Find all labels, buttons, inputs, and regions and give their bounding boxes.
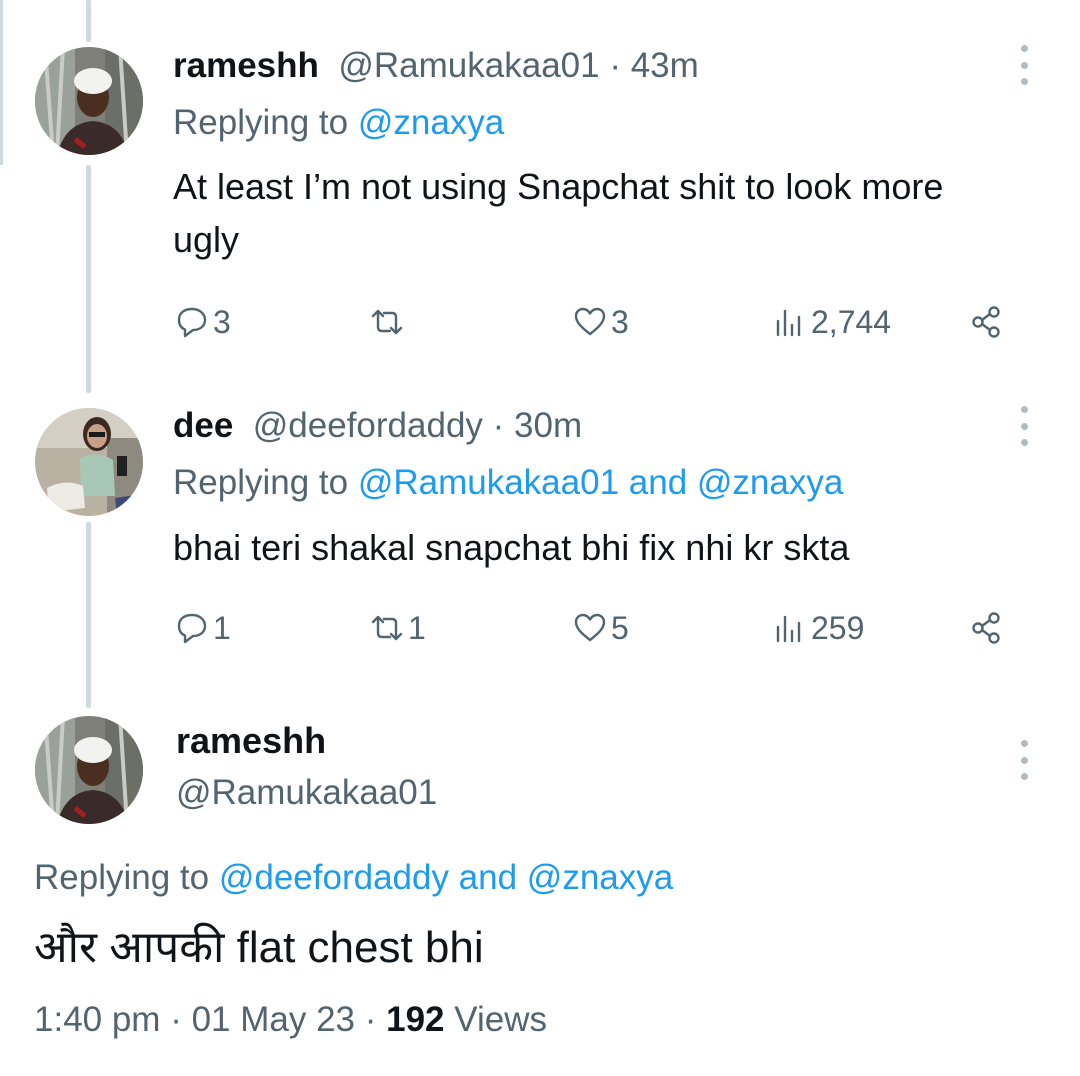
more-icon[interactable] xyxy=(1012,406,1036,446)
reply-button[interactable]: 3 xyxy=(175,300,231,344)
avatar-image xyxy=(35,716,143,824)
thread-connector-2 xyxy=(86,522,91,708)
avatar-rameshh[interactable] xyxy=(35,716,143,824)
reply-count: 1 xyxy=(213,609,231,646)
tweet-actions: 3 3 2,744 xyxy=(173,300,1013,344)
share-icon xyxy=(972,612,1000,644)
share-button[interactable] xyxy=(969,300,1003,344)
like-count: 3 xyxy=(611,303,629,340)
author-handle[interactable]: @Ramukakaa01 xyxy=(176,773,437,813)
tweet-time[interactable]: 30m xyxy=(514,406,582,445)
like-button[interactable]: 3 xyxy=(573,300,629,344)
tweet-time[interactable]: 43m xyxy=(631,46,699,85)
tweet-header: dee @deefordaddy · 30m xyxy=(173,406,583,445)
more-icon[interactable] xyxy=(1012,45,1036,85)
retweet-icon xyxy=(371,309,403,335)
like-icon xyxy=(574,613,606,642)
like-count: 5 xyxy=(611,609,629,646)
avatar-image xyxy=(35,408,143,516)
reply-count: 3 xyxy=(213,303,231,340)
retweet-button[interactable] xyxy=(370,300,408,344)
replying-to: Replying to @znaxya xyxy=(173,103,505,142)
left-thread-edge xyxy=(0,0,3,165)
reply-button[interactable]: 1 xyxy=(175,606,231,650)
tweet-text: और आपकी flat chest bhi xyxy=(34,923,484,972)
views-count: 2,744 xyxy=(811,303,892,340)
views-icon xyxy=(776,309,801,337)
tweet-actions: 1 1 5 259 xyxy=(173,606,1013,650)
like-icon xyxy=(574,307,606,336)
retweet-icon xyxy=(371,615,403,641)
thread-connector-top xyxy=(86,0,91,42)
views-count: 259 xyxy=(811,609,865,646)
avatar-dee[interactable] xyxy=(35,408,143,516)
replying-to: Replying to @deefordaddy and @znaxya xyxy=(34,858,674,897)
tweet-meta: 1:40 pm · 01 May 23 · 192 Views xyxy=(34,1000,547,1039)
share-button[interactable] xyxy=(969,606,1003,650)
tweet-time[interactable]: 1:40 pm xyxy=(34,1000,160,1039)
tweet-date[interactable]: 01 May 23 xyxy=(192,1000,355,1039)
tweet-text: bhai teri shakal snapchat bhi fix nhi kr… xyxy=(173,527,850,568)
reply-icon xyxy=(177,613,207,644)
replying-to-link[interactable]: @deefordaddy and @znaxya xyxy=(219,858,673,897)
author-handle[interactable]: @Ramukakaa01 xyxy=(329,46,599,85)
retweet-count: 1 xyxy=(408,609,426,646)
like-button[interactable]: 5 xyxy=(573,606,629,650)
replying-to-link[interactable]: @Ramukakaa01 and @znaxya xyxy=(358,463,844,502)
views-button[interactable]: 259 xyxy=(773,606,864,650)
author-name[interactable]: rameshh xyxy=(173,46,319,85)
views-label: Views xyxy=(444,1000,547,1039)
avatar-rameshh[interactable] xyxy=(35,47,143,155)
views-button[interactable]: 2,744 xyxy=(773,300,891,344)
more-icon[interactable] xyxy=(1012,740,1036,780)
author-handle[interactable]: @deefordaddy xyxy=(243,406,483,445)
author-name[interactable]: dee xyxy=(173,406,233,445)
replying-to-link[interactable]: @znaxya xyxy=(358,103,504,142)
tweet-text: At least I’m not using Snapchat shit to … xyxy=(173,166,944,260)
replying-to: Replying to @Ramukakaa01 and @znaxya xyxy=(173,463,844,502)
reply-icon xyxy=(177,307,207,338)
retweet-button[interactable]: 1 xyxy=(370,606,426,650)
tweet-header: rameshh @Ramukakaa01 · 43m xyxy=(173,46,699,85)
views-count: 192 xyxy=(386,1000,445,1039)
thread-connector-1 xyxy=(86,165,91,393)
share-icon xyxy=(972,306,1000,338)
avatar-image xyxy=(35,47,143,155)
author-name[interactable]: rameshh xyxy=(176,720,326,762)
views-icon xyxy=(776,615,801,643)
